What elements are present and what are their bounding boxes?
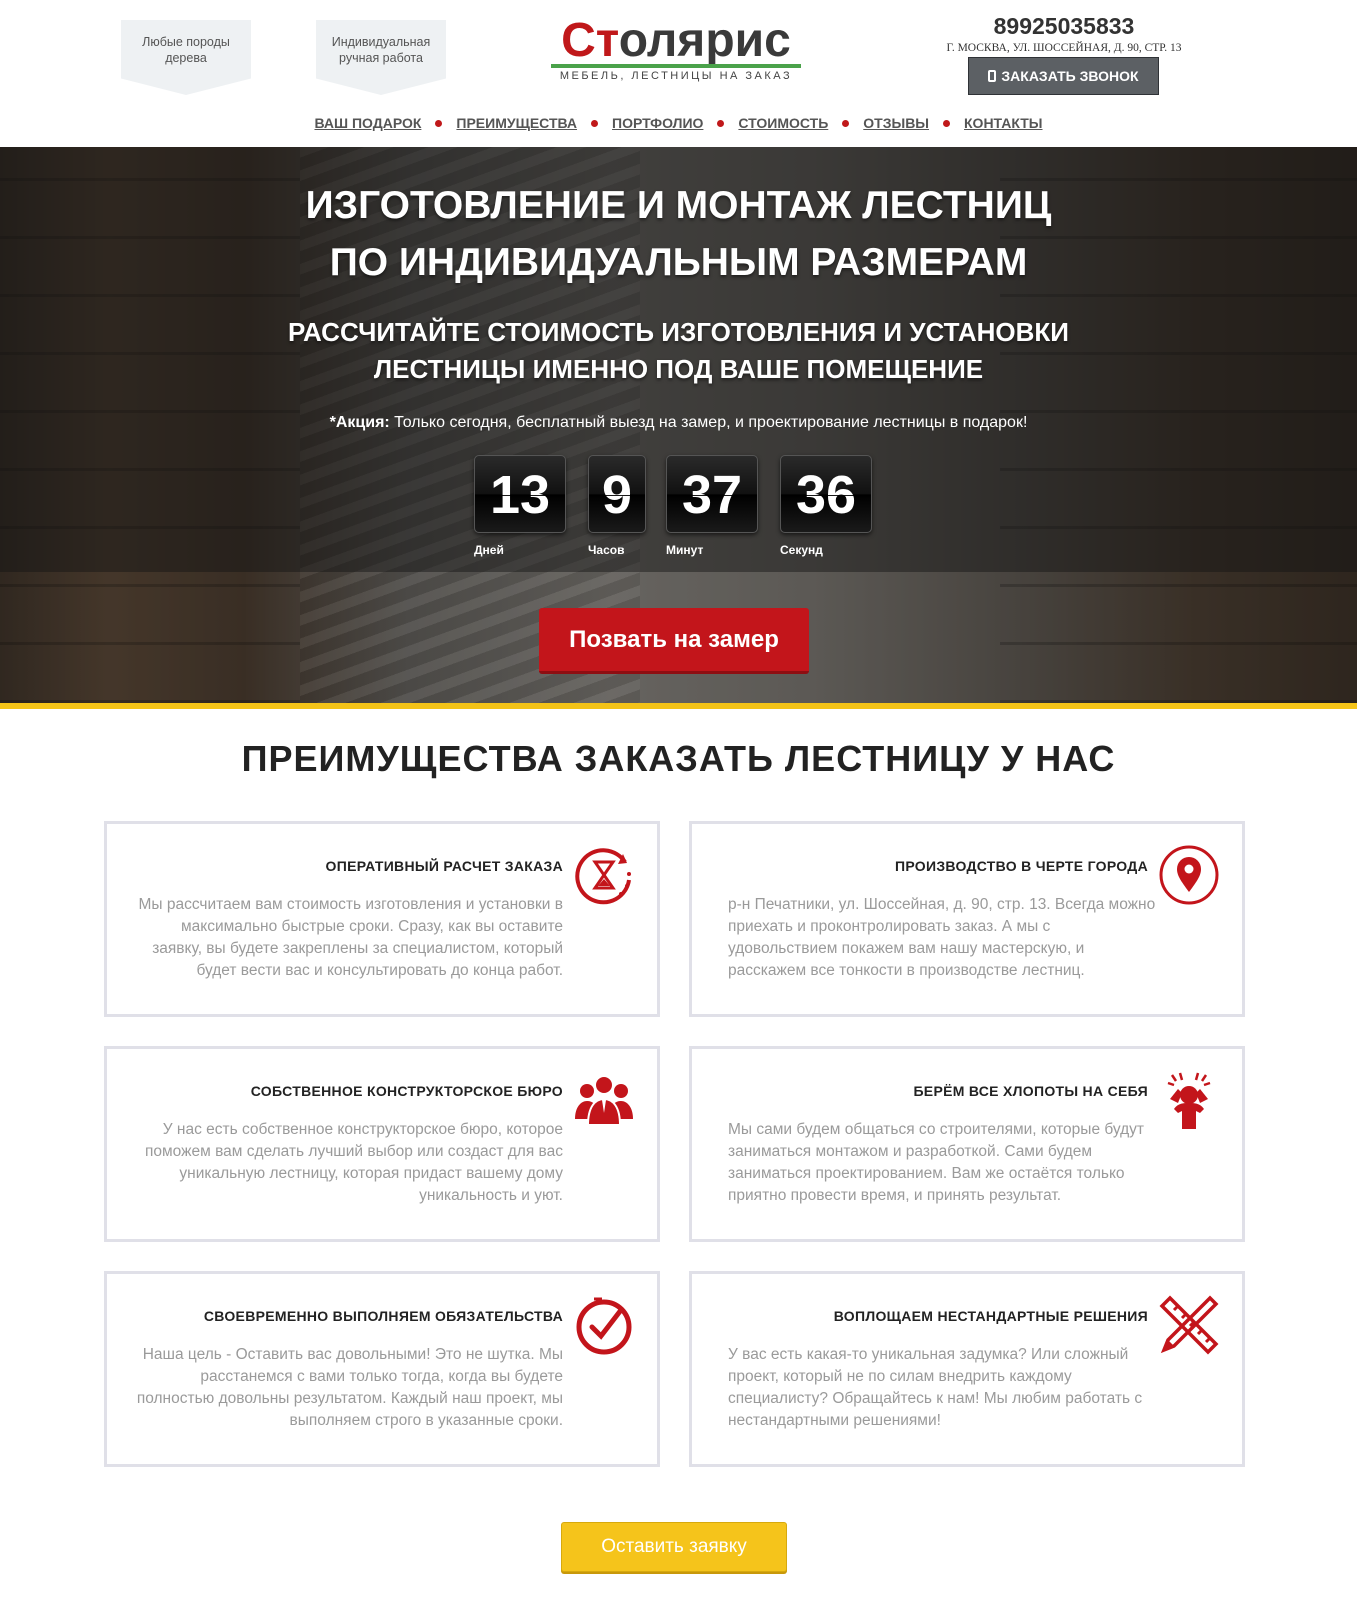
hero-section: ИЗГОТОВЛЕНИЕ И МОНТАЖ ЛЕСТНИЦ ПО ИНДИВИД…: [0, 147, 1357, 703]
badge-line: дерева: [165, 51, 207, 65]
logo[interactable]: Столярис МЕБЕЛЬ, ЛЕСТНИЦЫ НА ЗАКАЗ: [548, 14, 804, 84]
advantage-card: ПРОИЗВОДСТВО В ЧЕРТЕ ГОРОДА р-н Печатник…: [689, 821, 1245, 1017]
clock-check-icon: [576, 1297, 632, 1355]
timer-hours: 9: [588, 455, 646, 533]
pencil-ruler-icon: [1159, 1295, 1219, 1355]
advantage-card-text: У вас есть какая-то уникальная задумка? …: [728, 1346, 1143, 1429]
advantage-card-title: СВОЕВРЕМЕННО ВЫПОЛНЯЕМ ОБЯЗАТЕЛЬСТВА: [203, 1308, 563, 1324]
advantage-card-title: БЕРЁМ ВСЕ ХЛОПОТЫ НА СЕБЯ: [913, 1083, 1148, 1099]
address: Г. МОСКВА, УЛ. ШОССЕЙНАЯ, Д. 90, СТР. 13: [946, 42, 1182, 54]
logo-accent: Ст: [561, 14, 619, 67]
advantages-title: ПРЕИМУЩЕСТВА ЗАКАЗАТЬ ЛЕСТНИЦУ У НАС: [241, 738, 1116, 779]
feature-badge-wood: Любые породы дерева: [121, 20, 251, 95]
nav-item-price[interactable]: СТОИМОСТЬ: [738, 115, 828, 131]
advantage-card-text: Мы сами будем общаться со строителями, к…: [728, 1121, 1145, 1204]
hero-subtitle-line: РАССЧИТАЙТЕ СТОИМОСТЬ ИЗГОТОВЛЕНИЯ И УСТ…: [288, 317, 1069, 347]
nav-item-portfolio[interactable]: ПОРТФОЛИО: [612, 115, 703, 131]
nav-separator-dot: [943, 119, 951, 127]
order-call-label: ЗАКАЗАТЬ ЗВОНОК: [1001, 68, 1139, 84]
advantage-card: ВОПЛОЩАЕМ НЕСТАНДАРТНЫЕ РЕШЕНИЯ У вас ес…: [689, 1271, 1245, 1467]
promo-label: *Акция:: [329, 414, 390, 431]
stressed-person-icon: [1167, 1072, 1211, 1129]
promo-text: *Акция: Только сегодня, бесплатный выезд…: [0, 414, 1357, 432]
contact-block: 89925035833 Г. МОСКВА, УЛ. ШОССЕЙНАЯ, Д.…: [930, 12, 1198, 56]
promo-body: Только сегодня, бесплатный выезд на заме…: [389, 414, 1028, 431]
timer-minutes: 37: [666, 455, 758, 533]
timer-minutes-label: Минут: [666, 543, 704, 557]
hero-subtitle: РАССЧИТАЙТЕ СТОИМОСТЬ ИЗГОТОВЛЕНИЯ И УСТ…: [0, 314, 1357, 388]
nav-separator-dot: [842, 119, 850, 127]
advantage-card-text: У нас есть собственное конструкторское б…: [145, 1121, 563, 1204]
advantage-card: СВОЕВРЕМЕННО ВЫПОЛНЯЕМ ОБЯЗАТЕЛЬСТВА Наш…: [104, 1271, 660, 1467]
advantage-card-text: Мы рассчитаем вам стоимость изготовления…: [138, 896, 564, 979]
advantage-card-title: ОПЕРАТИВНЫЙ РАСЧЕТ ЗАКАЗА: [325, 858, 563, 874]
timer-seconds-label: Секунд: [780, 543, 823, 557]
order-call-button[interactable]: ЗАКАЗАТЬ ЗВОНОК: [968, 57, 1159, 95]
logo-rest: олярис: [618, 14, 791, 67]
hero-title: ИЗГОТОВЛЕНИЕ И МОНТАЖ ЛЕСТНИЦ ПО ИНДИВИД…: [0, 177, 1357, 291]
hero-bottom-stripe: [0, 703, 1357, 709]
advantage-card: ОПЕРАТИВНЫЙ РАСЧЕТ ЗАКАЗА Мы рассчитаем …: [104, 821, 660, 1017]
phone-number[interactable]: 89925035833: [930, 12, 1198, 40]
badge-line: ручная работа: [339, 51, 423, 65]
feature-badge-handmade: Индивидуальная ручная работа: [316, 20, 446, 95]
advantage-card-title: ПРОИЗВОДСТВО В ЧЕРТЕ ГОРОДА: [894, 858, 1148, 874]
badge-line: Индивидуальная: [331, 35, 431, 49]
nav-item-contacts[interactable]: КОНТАКТЫ: [964, 115, 1042, 131]
advantage-card-title: ВОПЛОЩАЕМ НЕСТАНДАРТНЫЕ РЕШЕНИЯ: [833, 1308, 1148, 1324]
nav-item-advantages[interactable]: ПРЕИМУЩЕСТВА: [456, 115, 577, 131]
leave-request-button[interactable]: Оставить заявку: [561, 1522, 787, 1572]
logo-wordmark: Столярис: [548, 14, 804, 68]
nav-separator-dot: [591, 119, 599, 127]
timer-days-label: Дней: [474, 543, 504, 557]
hero-title-line: ПО ИНДИВИДУАЛЬНЫМ РАЗМЕРАМ: [329, 241, 1028, 284]
mobile-phone-icon: [988, 70, 997, 82]
advantage-card-title: СОБСТВЕННОЕ КОНСТРУКТОРСКОЕ БЮРО: [250, 1083, 563, 1099]
timer-days: 13: [474, 455, 566, 533]
nav-item-reviews[interactable]: ОТЗЫВЫ: [863, 115, 929, 131]
nav-separator-dot: [435, 119, 443, 127]
advantage-card-text: р-н Печатники, ул. Шоссейная, д. 90, стр…: [728, 896, 1156, 979]
badge-line: Любые породы: [142, 35, 230, 49]
team-icon: [575, 1075, 633, 1126]
countdown-timer: 13 9 37 36 Дней Часов Минут Секунд: [474, 455, 874, 565]
main-nav: ВАШ ПОДАРОК ПРЕИМУЩЕСТВА ПОРТФОЛИО СТОИМ…: [0, 113, 1357, 133]
timer-seconds: 36: [780, 455, 872, 533]
advantage-card: БЕРЁМ ВСЕ ХЛОПОТЫ НА СЕБЯ Мы сами будем …: [689, 1046, 1245, 1242]
hourglass-timer-icon: [575, 848, 631, 905]
hero-subtitle-line: ЛЕСТНИЦЫ ИМЕННО ПОД ВАШЕ ПОМЕЩЕНИЕ: [373, 354, 984, 384]
nav-separator-dot: [717, 119, 725, 127]
timer-hours-label: Часов: [588, 543, 625, 557]
call-measurer-button[interactable]: Позвать на замер: [539, 608, 809, 674]
nav-item-gift[interactable]: ВАШ ПОДАРОК: [314, 115, 421, 131]
logo-tagline: МЕБЕЛЬ, ЛЕСТНИЦЫ НА ЗАКАЗ: [559, 70, 793, 82]
advantage-card-text: Наша цель - Оставить вас довольными! Это…: [136, 1346, 563, 1429]
advantage-card: СОБСТВЕННОЕ КОНСТРУКТОРСКОЕ БЮРО У нас е…: [104, 1046, 660, 1242]
map-pin-icon: [1159, 845, 1219, 905]
hero-title-line: ИЗГОТОВЛЕНИЕ И МОНТАЖ ЛЕСТНИЦ: [305, 184, 1052, 227]
logo-underline: [551, 64, 801, 68]
site-header: Любые породы дерева Индивидуальная ручна…: [0, 0, 1357, 147]
